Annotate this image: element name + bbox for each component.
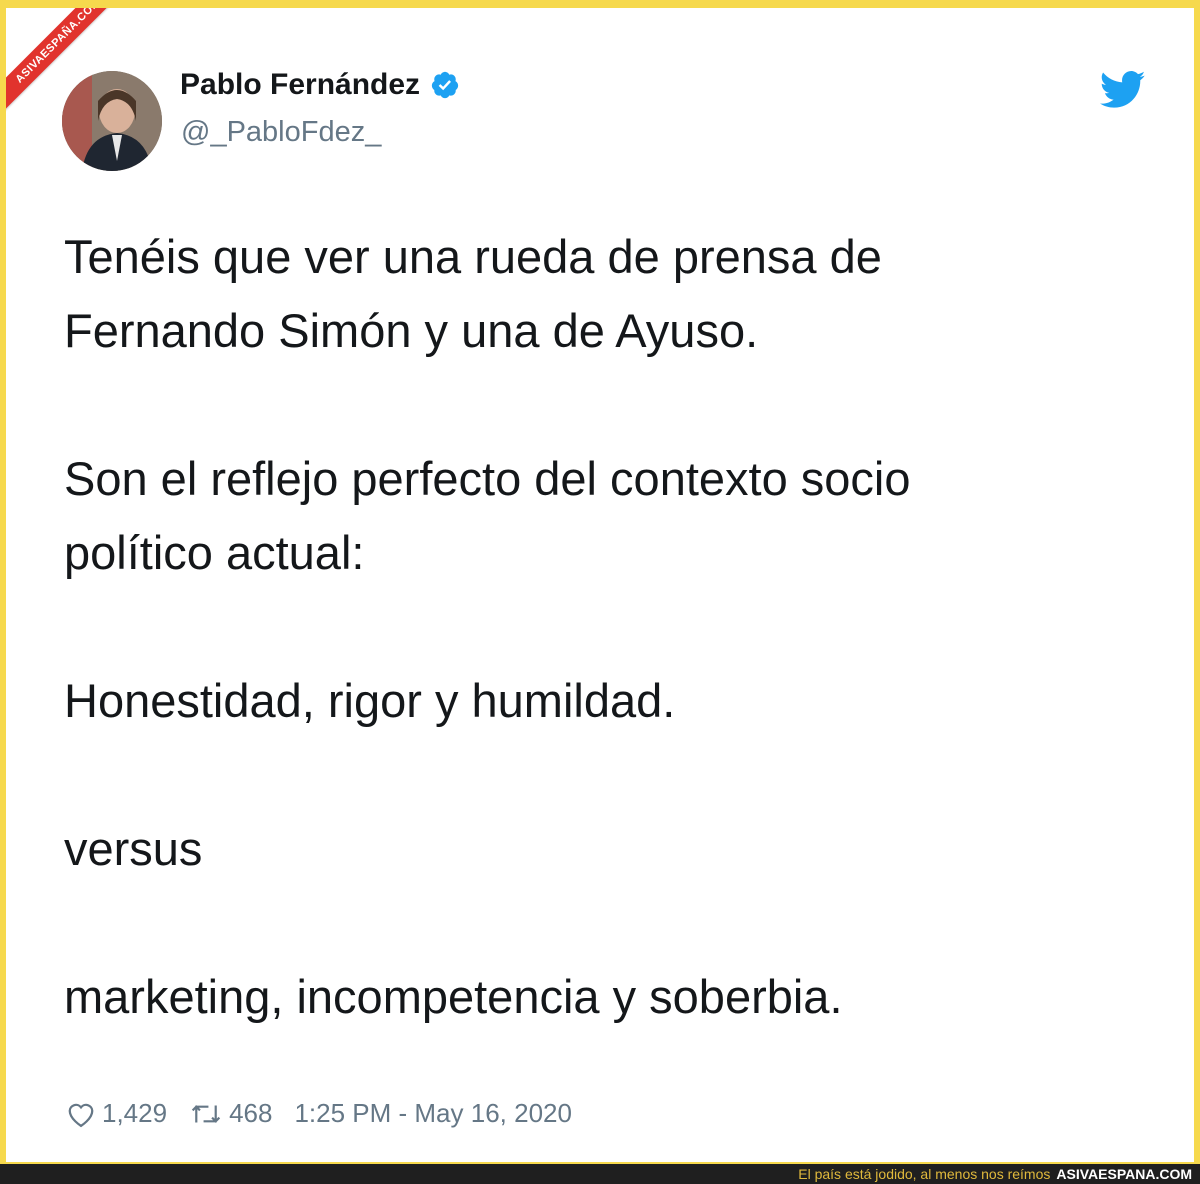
avatar[interactable] bbox=[62, 71, 162, 171]
tweet-meta: 1,429 468 1:25 PM - May 16, 2020 bbox=[66, 1098, 594, 1129]
twitter-bird-icon[interactable] bbox=[1100, 70, 1146, 110]
author-handle[interactable]: @_PabloFdez_ bbox=[181, 116, 381, 149]
footer-caption: El país está jodido, al menos nos reímos bbox=[798, 1166, 1051, 1182]
author-display-name[interactable]: Pablo Fernández bbox=[180, 68, 420, 102]
retweet-count: 468 bbox=[229, 1098, 273, 1128]
tweet-text: Tenéis que ver una rueda de prensa de Fe… bbox=[64, 230, 911, 1023]
footer-brand[interactable]: ASIVAESPANA.COM bbox=[1056, 1166, 1192, 1182]
site-footer: El país está jodido, al menos nos reímos… bbox=[0, 1164, 1200, 1184]
verified-badge-icon bbox=[431, 71, 459, 99]
like-count: 1,429 bbox=[102, 1098, 168, 1128]
retweet-action[interactable]: 468 bbox=[189, 1098, 272, 1129]
timestamp[interactable]: 1:25 PM - May 16, 2020 bbox=[294, 1098, 571, 1129]
retweet-icon bbox=[191, 1104, 221, 1123]
tweet-card: ASIVAESPAÑA.COM Pablo Fernández @_PabloF… bbox=[6, 8, 1194, 1162]
like-action[interactable]: 1,429 bbox=[66, 1098, 167, 1129]
heart-icon bbox=[68, 1103, 94, 1127]
